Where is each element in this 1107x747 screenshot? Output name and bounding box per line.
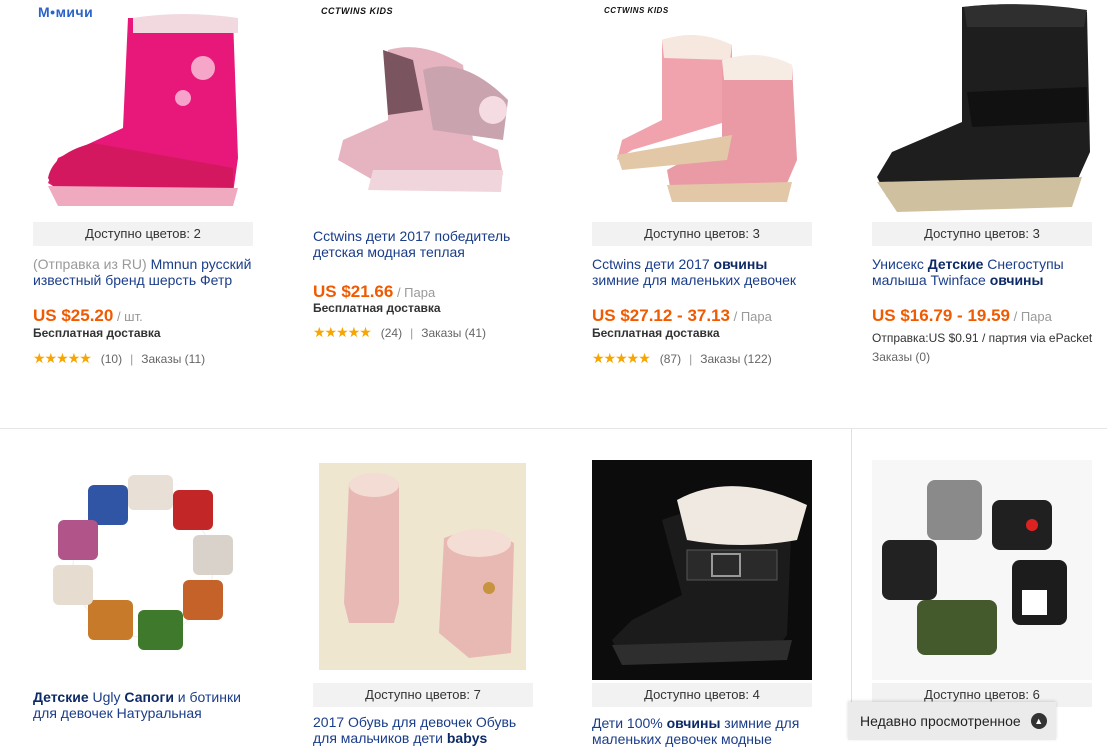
title-keyword: babys <box>446 730 488 746</box>
price-value: US $25.20 <box>33 306 114 325</box>
rating: Заказы (0) <box>872 350 930 364</box>
brand-logo: CCTWINS KIDS <box>604 6 669 15</box>
price-value: US $21.66 <box>313 282 394 301</box>
shipping: Бесплатная доставка <box>33 326 161 340</box>
shipping: Бесплатная доставка <box>313 301 441 315</box>
title-keyword: Сапоги <box>124 689 174 705</box>
chevron-up-icon: ▲ <box>1030 713 1047 729</box>
price-value: US $16.79 - 19.59 <box>872 306 1010 325</box>
star-rating: ★★★★★ <box>592 350 651 366</box>
colors-available: Доступно цветов: 3 <box>872 222 1092 246</box>
colors-available: Доступно цветов: 2 <box>33 222 253 246</box>
price-unit: / Пара <box>729 309 772 324</box>
colors-available: Доступно цветов: 7 <box>313 683 533 707</box>
shipping: Отправка:US $0.91 / партия via ePacket <box>872 331 1093 345</box>
separator: | <box>410 325 414 340</box>
row-divider <box>0 428 1107 429</box>
order-count: Заказы (41) <box>421 325 487 340</box>
title-text: зимние для маленьких девочек <box>592 272 797 288</box>
product-image[interactable] <box>592 20 812 210</box>
order-count: Заказы (0) <box>872 350 931 364</box>
product-title[interactable]: 2017 Обувь для девочек Обувь для мальчик… <box>313 714 538 746</box>
price: US $21.66 / Пара <box>313 282 435 302</box>
product-title[interactable]: (Отправка из RU) Mmnun русский известный… <box>33 256 258 288</box>
product-image[interactable] <box>872 460 1092 680</box>
price: US $16.79 - 19.59 / Пара <box>872 306 1052 326</box>
recently-viewed-label: Недавно просмотренное <box>860 713 1021 729</box>
ship-origin: (Отправка из RU) <box>33 256 147 272</box>
star-rating: ★★★★★ <box>313 324 372 340</box>
rating: ★★★★★ (24) | Заказы (41) <box>313 324 486 341</box>
title-text: Ugly <box>88 689 125 705</box>
title-keyword: овчины <box>989 272 1044 288</box>
title-keyword: Детские <box>927 256 984 272</box>
colors-available: Доступно цветов: 3 <box>592 222 812 246</box>
price-unit: / Пара <box>1009 309 1052 324</box>
product-title[interactable]: Cctwins дети 2017 овчины зимние для мале… <box>592 256 817 288</box>
product-image[interactable] <box>33 8 253 213</box>
price-value: US $27.12 - 37.13 <box>592 306 730 325</box>
order-count: Заказы (11) <box>141 351 206 366</box>
order-count: Заказы (122) <box>700 351 772 366</box>
product-title[interactable]: Детские Ugly Сапоги и ботинки для девоче… <box>33 689 258 721</box>
product-title[interactable]: Унисекс Детские Снегоступы малыша Twinfa… <box>872 256 1097 288</box>
product-image[interactable] <box>319 463 526 670</box>
review-count[interactable]: (10) <box>101 352 122 366</box>
product-image[interactable] <box>313 20 533 205</box>
product-title[interactable]: Дети 100% овчины зимние для маленьких де… <box>592 715 817 747</box>
recently-viewed-toggle[interactable]: Недавно просмотренное ▲ <box>848 702 1056 740</box>
price: US $27.12 - 37.13 / Пара <box>592 306 772 326</box>
separator: | <box>689 351 693 366</box>
rating: ★★★★★ (87) | Заказы (122) <box>592 350 772 367</box>
title-text: Унисекс <box>872 256 928 272</box>
brand-logo: CCTWINS KIDS <box>321 6 393 16</box>
title-keyword: Детские <box>33 689 89 705</box>
star-rating: ★★★★★ <box>33 350 92 366</box>
title-text: Cctwins дети 2017 <box>592 256 714 272</box>
rating: ★★★★★ (10) | Заказы (11) <box>33 350 205 367</box>
price-unit: / Пара <box>393 285 436 300</box>
product-image[interactable] <box>872 2 1092 214</box>
title-keyword: овчины <box>713 256 768 272</box>
product-image[interactable] <box>33 470 253 665</box>
review-count[interactable]: (24) <box>381 326 402 340</box>
product-image[interactable] <box>592 460 812 680</box>
shipping: Бесплатная доставка <box>592 326 720 340</box>
price-unit: / шт. <box>113 309 143 324</box>
product-title[interactable]: Cctwins дети 2017 победитель детская мод… <box>313 228 538 260</box>
price: US $25.20 / шт. <box>33 306 143 326</box>
title-text: Дети 100% <box>592 715 667 731</box>
review-count[interactable]: (87) <box>660 352 681 366</box>
separator: | <box>130 351 134 366</box>
column-divider <box>851 428 852 740</box>
title-keyword: овчины <box>666 715 721 731</box>
colors-available: Доступно цветов: 4 <box>592 683 812 707</box>
